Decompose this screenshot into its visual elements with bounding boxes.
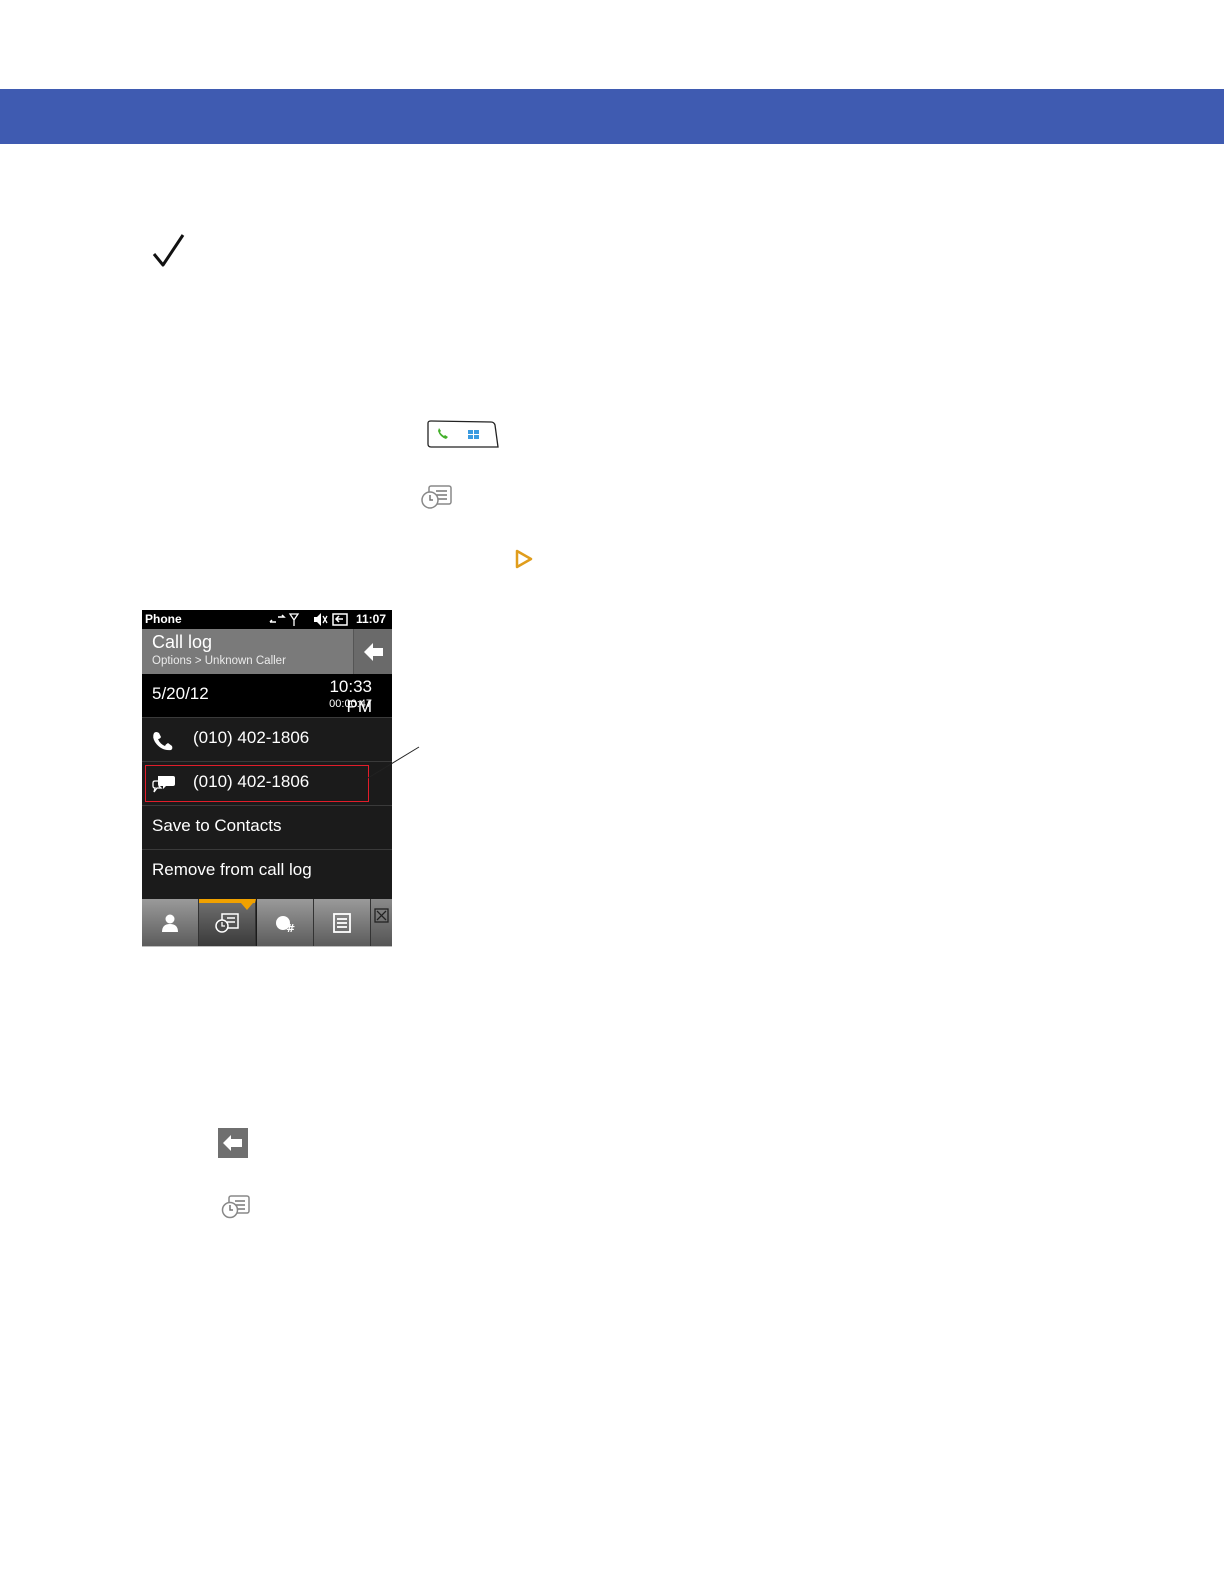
back-arrow-icon — [218, 1128, 248, 1158]
row-label: Remove from call log — [152, 860, 312, 879]
status-time: 11:07 — [356, 612, 387, 626]
title-area: Call log Options > Unknown Caller — [142, 629, 353, 674]
call-number-row[interactable]: (010) 402-1806 — [142, 717, 392, 761]
status-icons — [269, 613, 348, 626]
svg-text:#: # — [286, 922, 295, 934]
phone-screenshot: Phone 11:07 Call log Options > Unknown C… — [142, 610, 392, 947]
remove-from-call-log-row[interactable]: Remove from call log — [142, 849, 392, 893]
row-label: Save to Contacts — [152, 816, 282, 835]
call-time: 10:33 PM — [329, 677, 372, 716]
row-label: (010) 402-1806 — [193, 728, 310, 747]
tab-contacts[interactable] — [142, 899, 199, 946]
close-icon — [374, 908, 389, 923]
contacts-icon — [162, 914, 178, 932]
highlight-box — [145, 765, 369, 802]
callout-line — [367, 746, 420, 779]
call-duration: 00:00:47 — [329, 698, 372, 710]
close-button[interactable] — [371, 899, 392, 946]
call-detail-row: 5/20/12 10:33 PM 00:00:47 — [142, 674, 392, 717]
tab-keypad[interactable]: # — [257, 899, 314, 946]
call-log-icon — [221, 1195, 250, 1219]
status-bar: Phone 11:07 — [142, 610, 392, 629]
header-band — [0, 89, 1224, 144]
check-mark-icon — [152, 234, 185, 267]
back-button[interactable] — [353, 629, 392, 674]
tab-indicator-icon — [241, 903, 253, 910]
tab-menu[interactable] — [314, 899, 371, 946]
status-app-name: Phone — [145, 612, 182, 626]
save-to-contacts-row[interactable]: Save to Contacts — [142, 805, 392, 849]
page-title: Call log — [152, 632, 213, 652]
back-arrow-icon — [364, 643, 383, 661]
phone-handset-icon — [153, 732, 173, 751]
breadcrumb: Options > Unknown Caller — [152, 655, 286, 667]
menu-icon — [333, 913, 351, 933]
call-log-icon — [215, 913, 239, 933]
bottom-toolbar: # — [142, 899, 392, 946]
start-key-icon — [427, 420, 499, 448]
call-date: 5/20/12 — [152, 684, 209, 703]
tab-call-log[interactable] — [199, 899, 256, 946]
play-arrow-icon — [515, 549, 533, 569]
call-log-icon — [421, 485, 452, 509]
keypad-icon: # — [276, 916, 295, 934]
